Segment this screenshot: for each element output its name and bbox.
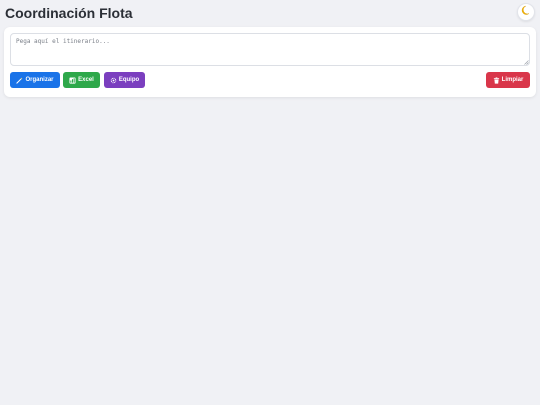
excel-button-label: Excel bbox=[78, 77, 94, 83]
team-button-label: Equipo bbox=[118, 77, 140, 83]
clear-button[interactable]: Limpiar bbox=[486, 72, 530, 88]
organize-button[interactable]: Organizar bbox=[10, 72, 60, 88]
resize-grip-icon[interactable] bbox=[524, 60, 529, 65]
organize-button-label: Organizar bbox=[25, 77, 54, 83]
gear-icon bbox=[110, 77, 117, 84]
magic-wand-icon bbox=[16, 77, 24, 84]
team-button[interactable]: Equipo bbox=[104, 72, 145, 88]
clear-button-label: Limpiar bbox=[501, 77, 524, 83]
itinerary-textarea[interactable] bbox=[10, 33, 530, 66]
itinerary-card: Organizar Excel Equipo bbox=[4, 27, 536, 97]
excel-button[interactable]: Excel bbox=[63, 72, 100, 88]
trash-icon bbox=[493, 76, 500, 84]
spreadsheet-icon bbox=[69, 76, 76, 84]
moon-icon bbox=[521, 3, 532, 21]
app-title: Coordinación Flota bbox=[5, 5, 133, 21]
theme-toggle-button[interactable] bbox=[517, 3, 535, 21]
